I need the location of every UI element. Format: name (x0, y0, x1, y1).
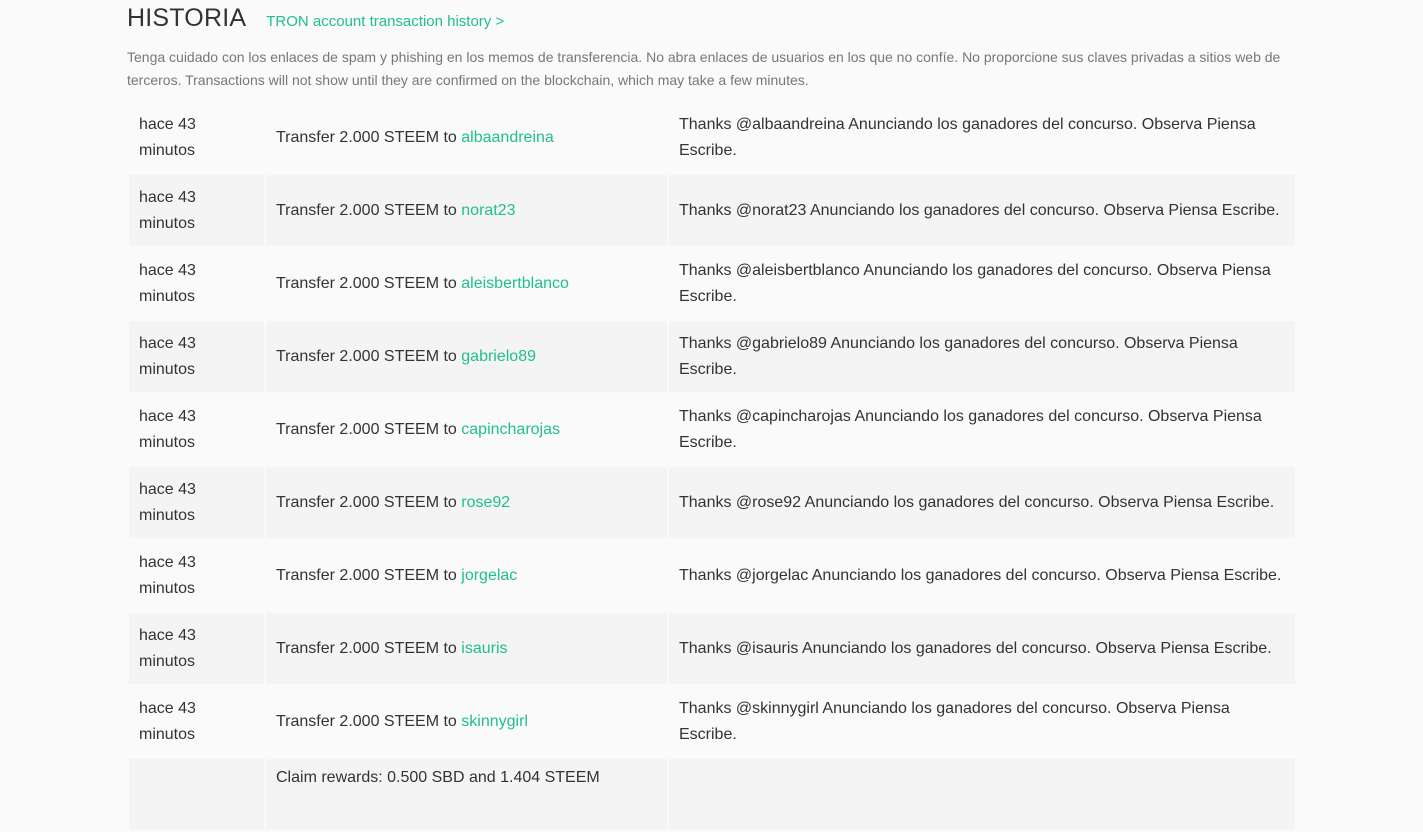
transaction-memo: Thanks @norat23 Anunciando los ganadores… (669, 175, 1295, 246)
recipient-link[interactable]: gabrielo89 (461, 348, 536, 365)
transaction-time: hace 43 minutos (129, 321, 264, 392)
phishing-warning: Tenga cuidado con los enlaces de spam y … (127, 49, 1281, 88)
transaction-operation: Transfer 2.000 STEEM to norat23 (266, 175, 667, 246)
transaction-operation: Transfer 2.000 STEEM to aleisbertblanco (266, 248, 667, 319)
history-header: HISTORIA TRON account transaction histor… (127, 4, 1296, 40)
operation-text: Transfer 2.000 STEEM to (276, 566, 462, 584)
transaction-operation: Transfer 2.000 STEEM to rose92 (266, 467, 667, 538)
transaction-memo: Thanks @jorgelac Anunciando los ganadore… (669, 540, 1295, 611)
recipient-link[interactable]: isauris (461, 640, 507, 657)
transaction-operation: Transfer 2.000 STEEM to jorgelac (266, 540, 667, 611)
transaction-memo (669, 759, 1295, 830)
transaction-memo: Thanks @aleisbertblanco Anunciando los g… (669, 248, 1295, 319)
recipient-link[interactable]: rose92 (461, 494, 510, 511)
operation-text: Transfer 2.000 STEEM to (276, 712, 462, 730)
transaction-memo: Thanks @skinnygirl Anunciando los ganado… (669, 686, 1295, 757)
recipient-link[interactable]: albaandreina (461, 129, 554, 146)
operation-text: Transfer 2.000 STEEM to (276, 274, 462, 292)
history-panel: HISTORIA TRON account transaction histor… (127, 0, 1296, 832)
transaction-time: hace 43 minutos (129, 248, 264, 319)
recipient-link[interactable]: norat23 (461, 202, 515, 219)
table-row: hace 43 minutos Transfer 2.000 STEEM to r… (129, 467, 1295, 538)
recipient-link[interactable]: jorgelac (461, 567, 517, 584)
transaction-operation: Transfer 2.000 STEEM to capincharojas (266, 394, 667, 465)
transaction-time (129, 759, 264, 830)
recipient-link[interactable]: capincharojas (461, 421, 560, 438)
transaction-operation: Transfer 2.000 STEEM to gabrielo89 (266, 321, 667, 392)
transaction-time: hace 43 minutos (129, 175, 264, 246)
page-title: HISTORIA (127, 4, 247, 32)
transaction-time: hace 43 minutos (129, 686, 264, 757)
transaction-table: hace 43 minutos Transfer 2.000 STEEM to a… (127, 100, 1297, 832)
transaction-operation: Transfer 2.000 STEEM to albaandreina (266, 102, 667, 173)
operation-text: Transfer 2.000 STEEM to (276, 201, 462, 219)
recipient-link[interactable]: skinnygirl (461, 713, 528, 730)
transaction-operation: Claim rewards: 0.500 SBD and 1.404 STEEM (266, 759, 667, 830)
table-row: hace 43 minutos Transfer 2.000 STEEM to a… (129, 102, 1295, 173)
table-row: hace 43 minutos Transfer 2.000 STEEM to g… (129, 321, 1295, 392)
transaction-memo: Thanks @gabrielo89 Anunciando los ganado… (669, 321, 1295, 392)
recipient-link[interactable]: aleisbertblanco (461, 275, 569, 292)
table-row: Claim rewards: 0.500 SBD and 1.404 STEEM (129, 759, 1295, 830)
table-row: hace 43 minutos Transfer 2.000 STEEM to a… (129, 248, 1295, 319)
transaction-time: hace 43 minutos (129, 102, 264, 173)
operation-text: Transfer 2.000 STEEM to (276, 420, 462, 438)
transaction-memo: Thanks @albaandreina Anunciando los gana… (669, 102, 1295, 173)
transaction-memo: Thanks @capincharojas Anunciando los gan… (669, 394, 1295, 465)
table-row: hace 43 minutos Transfer 2.000 STEEM to n… (129, 175, 1295, 246)
table-row: hace 43 minutos Transfer 2.000 STEEM to c… (129, 394, 1295, 465)
transaction-time: hace 43 minutos (129, 394, 264, 465)
table-row: hace 43 minutos Transfer 2.000 STEEM to s… (129, 686, 1295, 757)
tron-history-link[interactable]: TRON account transaction history > (266, 13, 504, 30)
transaction-memo: Thanks @isauris Anunciando los ganadores… (669, 613, 1295, 684)
operation-text: Transfer 2.000 STEEM to (276, 639, 462, 657)
operation-text: Transfer 2.000 STEEM to (276, 128, 462, 146)
transaction-operation: Transfer 2.000 STEEM to isauris (266, 613, 667, 684)
transaction-time: hace 43 minutos (129, 467, 264, 538)
operation-text: Transfer 2.000 STEEM to (276, 347, 462, 365)
transaction-operation: Transfer 2.000 STEEM to skinnygirl (266, 686, 667, 757)
table-row: hace 43 minutos Transfer 2.000 STEEM to j… (129, 540, 1295, 611)
transaction-memo: Thanks @rose92 Anunciando los ganadores … (669, 467, 1295, 538)
transaction-time: hace 43 minutos (129, 540, 264, 611)
transaction-time: hace 43 minutos (129, 613, 264, 684)
operation-text: Transfer 2.000 STEEM to (276, 493, 462, 511)
table-row: hace 43 minutos Transfer 2.000 STEEM to i… (129, 613, 1295, 684)
